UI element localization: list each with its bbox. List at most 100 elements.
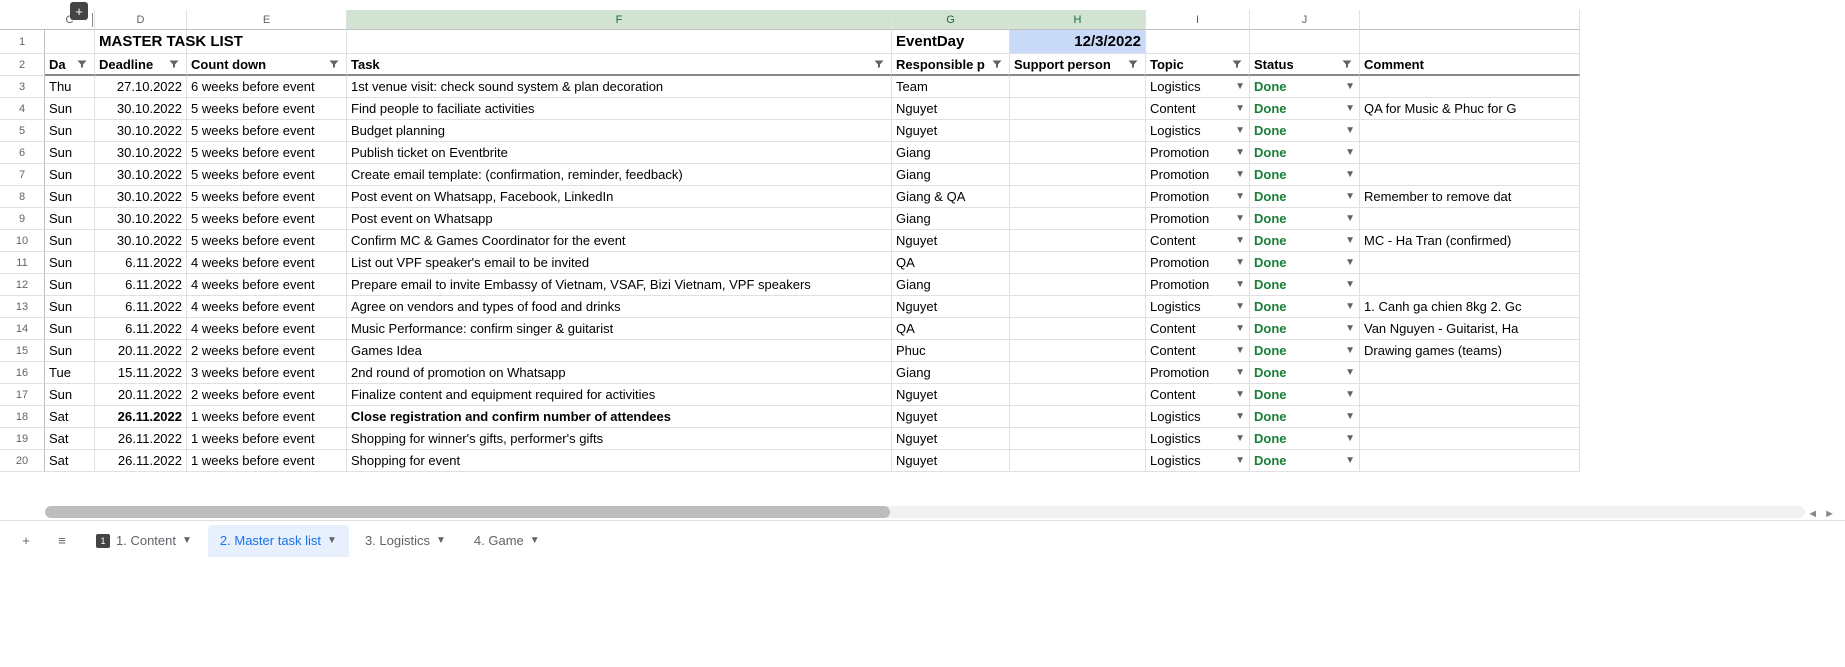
cell-status[interactable]: Done▼ [1250,340,1360,362]
cell-task[interactable]: Prepare email to invite Embassy of Vietn… [347,274,892,296]
col-header-k[interactable] [1360,10,1580,30]
cell-comment[interactable] [1360,362,1580,384]
cell-topic[interactable]: Logistics▼ [1146,428,1250,450]
cell-deadline[interactable]: 30.10.2022 [95,120,187,142]
cell-task[interactable]: Confirm MC & Games Coordinator for the e… [347,230,892,252]
cell-status[interactable]: Done▼ [1250,230,1360,252]
cell-status[interactable]: Done▼ [1250,428,1360,450]
cell-topic[interactable]: Logistics▼ [1146,120,1250,142]
cell-responsible[interactable]: Giang [892,142,1010,164]
cell-responsible[interactable]: Giang [892,164,1010,186]
cell-support[interactable] [1010,76,1146,98]
row-header[interactable]: 11 [0,252,45,274]
cell-support[interactable] [1010,186,1146,208]
cell-support[interactable] [1010,340,1146,362]
header-support[interactable]: Support person [1010,54,1146,76]
cell-day[interactable]: Sat [45,428,95,450]
cell-comment[interactable]: Remember to remove dat [1360,186,1580,208]
cell-comment[interactable]: Van Nguyen - Guitarist, Ha [1360,318,1580,340]
cell-task[interactable]: Publish ticket on Eventbrite [347,142,892,164]
cell-status[interactable]: Done▼ [1250,318,1360,340]
row-header[interactable]: 20 [0,450,45,472]
cell-responsible[interactable]: Giang & QA [892,186,1010,208]
row-header[interactable]: 19 [0,428,45,450]
cell-comment[interactable]: QA for Music & Phuc for G [1360,98,1580,120]
dropdown-icon[interactable]: ▼ [1235,169,1245,180]
cell-day[interactable]: Sun [45,296,95,318]
cell-topic[interactable]: Content▼ [1146,340,1250,362]
row-header[interactable]: 5 [0,120,45,142]
dropdown-icon[interactable]: ▼ [1345,103,1355,114]
dropdown-icon[interactable]: ▼ [1235,235,1245,246]
filter-icon[interactable] [1125,56,1141,72]
filter-icon[interactable] [989,56,1005,72]
cell-comment[interactable]: 1. Canh ga chien 8kg 2. Gc [1360,296,1580,318]
cell-topic[interactable]: Content▼ [1146,98,1250,120]
cell-comment[interactable] [1360,208,1580,230]
dropdown-icon[interactable]: ▼ [1345,301,1355,312]
cell-deadline[interactable]: 15.11.2022 [95,362,187,384]
cell-day[interactable]: Tue [45,362,95,384]
cell-task[interactable]: Agree on vendors and types of food and d… [347,296,892,318]
dropdown-icon[interactable]: ▼ [1235,191,1245,202]
cell-responsible[interactable]: Nguyet [892,428,1010,450]
filter-icon[interactable] [74,56,90,72]
cell[interactable] [187,30,347,54]
cell-comment[interactable] [1360,76,1580,98]
header-topic[interactable]: Topic [1146,54,1250,76]
cell-task[interactable]: Music Performance: confirm singer & guit… [347,318,892,340]
cell-countdown[interactable]: 5 weeks before event [187,164,347,186]
cell-deadline[interactable]: 20.11.2022 [95,340,187,362]
cell-support[interactable] [1010,230,1146,252]
cell-task[interactable]: Post event on Whatsapp, Facebook, Linked… [347,186,892,208]
filter-icon[interactable] [326,56,342,72]
row-header[interactable]: 13 [0,296,45,318]
cell-day[interactable]: Sat [45,406,95,428]
cell-task[interactable]: Post event on Whatsapp [347,208,892,230]
col-header-d[interactable]: D [95,10,187,30]
cell-responsible[interactable]: Nguyet [892,384,1010,406]
row-header[interactable]: 7 [0,164,45,186]
cell-responsible[interactable]: QA [892,252,1010,274]
cell-status[interactable]: Done▼ [1250,98,1360,120]
cell-comment[interactable] [1360,428,1580,450]
dropdown-icon[interactable]: ▼ [1235,345,1245,356]
scroll-right-icon[interactable]: ► [1822,508,1837,520]
cell-deadline[interactable]: 6.11.2022 [95,318,187,340]
cell-countdown[interactable]: 4 weeks before event [187,274,347,296]
cell-countdown[interactable]: 5 weeks before event [187,98,347,120]
dropdown-icon[interactable]: ▼ [1345,323,1355,334]
cell-day[interactable]: Sun [45,142,95,164]
cell-support[interactable] [1010,120,1146,142]
dropdown-icon[interactable]: ▼ [1345,169,1355,180]
dropdown-icon[interactable]: ▼ [1235,323,1245,334]
cell-day[interactable]: Sun [45,384,95,406]
cell-countdown[interactable]: 5 weeks before event [187,186,347,208]
cell-comment[interactable] [1360,252,1580,274]
cell[interactable] [1146,30,1250,54]
cell-countdown[interactable]: 2 weeks before event [187,340,347,362]
cell-responsible[interactable]: Nguyet [892,98,1010,120]
cell-support[interactable] [1010,296,1146,318]
col-header-i[interactable]: I [1146,10,1250,30]
cell-day[interactable]: Sun [45,208,95,230]
cell-topic[interactable]: Promotion▼ [1146,208,1250,230]
cell-support[interactable] [1010,428,1146,450]
cell-countdown[interactable]: 6 weeks before event [187,76,347,98]
cell-deadline[interactable]: 30.10.2022 [95,208,187,230]
cell-day[interactable]: Thu [45,76,95,98]
cell-status[interactable]: Done▼ [1250,76,1360,98]
dropdown-icon[interactable]: ▼ [1235,147,1245,158]
cell-day[interactable]: Sun [45,230,95,252]
all-sheets-button[interactable]: ≡ [48,527,76,555]
cell-task[interactable]: Games Idea [347,340,892,362]
cell-day[interactable]: Sun [45,318,95,340]
dropdown-icon[interactable]: ▼ [1235,279,1245,290]
cell-task[interactable]: Create email template: (confirmation, re… [347,164,892,186]
cell-task[interactable]: 1st venue visit: check sound system & pl… [347,76,892,98]
cell-deadline[interactable]: 6.11.2022 [95,252,187,274]
filter-icon[interactable] [166,56,182,72]
cell-responsible[interactable]: Nguyet [892,450,1010,472]
cell-day[interactable]: Sun [45,186,95,208]
cell-topic[interactable]: Promotion▼ [1146,164,1250,186]
